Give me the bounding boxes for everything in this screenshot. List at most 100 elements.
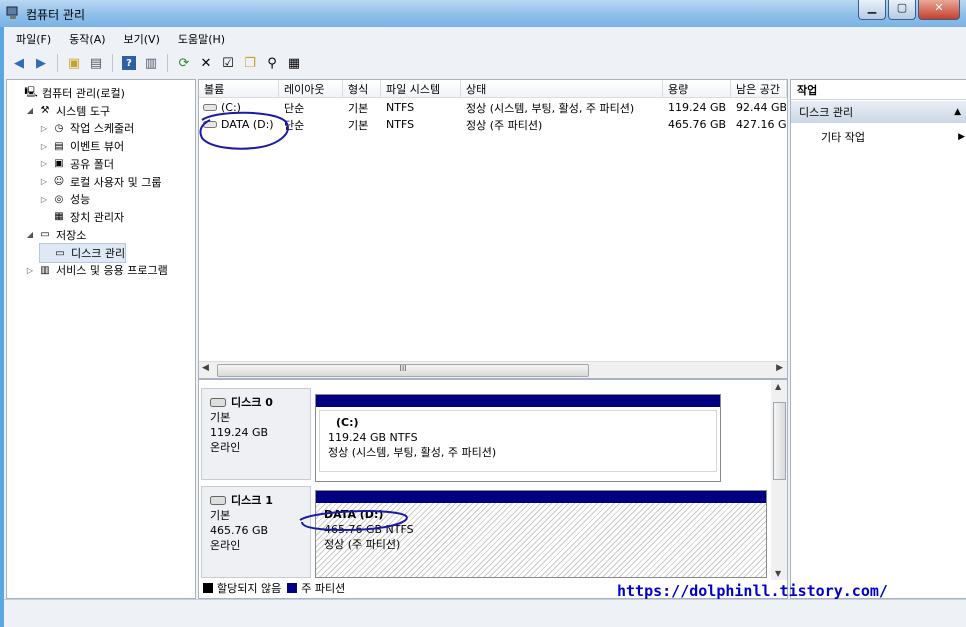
disk-size: 119.24 GB bbox=[210, 426, 269, 439]
disk-icon bbox=[210, 398, 226, 407]
disk-graphical-view: 디스크 0 기본 119.24 GB 온라인 (C:) 119.24 GB NT… bbox=[198, 379, 788, 599]
performance-icon: ◎ bbox=[54, 193, 64, 205]
vertical-scrollbar[interactable]: ▲ ▼ bbox=[771, 380, 787, 580]
primary-partition-bar bbox=[316, 491, 766, 503]
menu-help[interactable]: 도움말(H) bbox=[178, 31, 225, 47]
expand-toggle-icon[interactable]: ▷ bbox=[39, 159, 49, 168]
console-tree-icon[interactable]: ▤ bbox=[87, 54, 105, 72]
column-header-filesystem[interactable]: 파일 시스템 bbox=[381, 80, 461, 98]
actions-section-disk-management[interactable]: 디스크 관리 ▲ bbox=[791, 101, 966, 123]
volume-name: (C:) bbox=[221, 101, 241, 114]
scroll-down-icon[interactable]: ▼ bbox=[775, 569, 781, 578]
collapse-icon[interactable]: ▲ bbox=[954, 107, 961, 117]
scroll-grip-label: III bbox=[399, 364, 407, 373]
horizontal-scroll-thumb[interactable]: III bbox=[217, 364, 589, 377]
device-manager-icon: ▦ bbox=[54, 211, 64, 223]
expand-toggle-icon[interactable]: ▷ bbox=[39, 177, 49, 186]
action-pane-icon[interactable]: ▥ bbox=[142, 54, 160, 72]
tree-item[interactable]: ▷ ◎ 성능 bbox=[39, 190, 90, 208]
scroll-left-icon[interactable]: ◀ bbox=[202, 363, 209, 373]
clock-icon: ◷ bbox=[54, 122, 64, 134]
tools-icon: ⚒ bbox=[40, 105, 50, 117]
disk-type: 기본 bbox=[210, 411, 231, 424]
volume-name: DATA (D:) bbox=[221, 118, 274, 131]
column-header-layout[interactable]: 레이아웃 bbox=[279, 80, 343, 98]
column-header-type[interactable]: 형식 bbox=[343, 80, 381, 98]
tree-item[interactable]: ▦ 장치 관리자 bbox=[39, 208, 124, 226]
horizontal-scrollbar[interactable]: ◀ III ▶ bbox=[199, 361, 787, 378]
more-actions-item[interactable]: 기타 작업 ▶ bbox=[821, 128, 965, 146]
open-folder-icon[interactable]: ❐ bbox=[241, 54, 259, 72]
expand-toggle-icon[interactable]: ▷ bbox=[39, 195, 49, 204]
back-icon[interactable]: ◀ bbox=[10, 54, 28, 72]
tree-item[interactable]: ▷ ◷ 작업 스케줄러 bbox=[39, 119, 134, 137]
disk-0-info[interactable]: 디스크 0 기본 119.24 GB 온라인 bbox=[201, 388, 311, 480]
column-header-capacity[interactable]: 용량 bbox=[663, 80, 731, 98]
scroll-up-icon[interactable]: ▲ bbox=[775, 382, 781, 391]
maximize-icon: ▢ bbox=[896, 1, 908, 14]
tree-item-label: 공유 폴더 bbox=[70, 157, 114, 171]
shared-folder-icon: ▣ bbox=[54, 158, 64, 170]
expand-toggle-icon[interactable]: ◢ bbox=[25, 106, 35, 115]
expand-toggle-icon[interactable]: ▷ bbox=[25, 266, 35, 275]
maximize-button[interactable]: ▢ bbox=[888, 0, 916, 20]
actions-header: 작업 bbox=[791, 80, 966, 100]
vertical-scroll-thumb[interactable] bbox=[773, 402, 786, 480]
menu-file[interactable]: 파일(F) bbox=[16, 31, 51, 47]
properties-icon[interactable]: ☑ bbox=[219, 54, 237, 72]
storage-icon: ▭ bbox=[40, 229, 50, 241]
close-button[interactable]: ✕ bbox=[918, 0, 960, 20]
disk-size: 465.76 GB bbox=[210, 524, 269, 537]
search-icon[interactable]: ⚲ bbox=[263, 54, 281, 72]
scroll-right-icon[interactable]: ▶ bbox=[776, 363, 783, 373]
column-header-volume[interactable]: 볼륨 bbox=[199, 80, 279, 98]
partition-state: 정상 (시스템, 부팅, 활성, 주 파티션) bbox=[328, 446, 497, 459]
menu-action[interactable]: 동작(A) bbox=[69, 31, 105, 47]
tree-item[interactable]: ▷ ▣ 공유 폴더 bbox=[39, 155, 114, 173]
tree-item[interactable]: ▷ ▤ 이벤트 뷰어 bbox=[39, 137, 124, 155]
tree-item[interactable]: 🖳 컴퓨터 관리(로컬) bbox=[11, 84, 125, 102]
partition-d[interactable]: DATA (D:) 465.76 GB NTFS 정상 (주 파티션) bbox=[315, 490, 767, 578]
help-icon[interactable]: ? bbox=[120, 54, 138, 72]
volume-status: 정상 (시스템, 부팅, 활성, 주 파티션) bbox=[466, 101, 635, 115]
section-label: 디스크 관리 bbox=[799, 106, 854, 119]
expand-toggle-icon[interactable]: ▷ bbox=[39, 142, 49, 151]
disk-status: 온라인 bbox=[210, 539, 241, 552]
tree-item[interactable]: ▷ ▥ 서비스 및 응용 프로그램 bbox=[25, 261, 168, 279]
actions-pane: 작업 디스크 관리 ▲ 기타 작업 ▶ bbox=[790, 79, 966, 599]
legend-swatch-unallocated bbox=[203, 583, 213, 593]
expand-toggle-icon[interactable]: ▷ bbox=[39, 124, 49, 133]
volume-filesystem: NTFS bbox=[386, 101, 415, 114]
disk-1-info[interactable]: 디스크 1 기본 465.76 GB 온라인 bbox=[201, 486, 311, 578]
disk-properties-icon[interactable]: ▦ bbox=[285, 54, 303, 72]
refresh-icon[interactable]: ⟳ bbox=[175, 54, 193, 72]
up-folder-icon[interactable]: ▣ bbox=[65, 54, 83, 72]
column-header-status[interactable]: 상태 bbox=[461, 80, 663, 98]
delete-icon[interactable]: ✕ bbox=[197, 54, 215, 72]
volume-free-space: 92.44 GB bbox=[736, 101, 786, 114]
tree-item-label: 컴퓨터 관리(로컬) bbox=[42, 87, 125, 100]
volume-layout: 단순 bbox=[284, 118, 305, 132]
tree-item-label: 저장소 bbox=[56, 228, 87, 242]
forward-icon[interactable]: ▶ bbox=[32, 54, 50, 72]
services-icon: ▥ bbox=[40, 264, 50, 276]
tree-item[interactable]: ◢ ▭ 저장소 bbox=[25, 226, 86, 244]
status-bar bbox=[4, 599, 966, 622]
toolbar-separator bbox=[57, 54, 58, 72]
expand-toggle-icon[interactable]: ◢ bbox=[25, 230, 35, 239]
tree-item-label: 장치 관리자 bbox=[70, 210, 125, 224]
column-header-free-space[interactable]: 남은 공간 bbox=[731, 80, 787, 98]
partition-c[interactable]: (C:) 119.24 GB NTFS 정상 (시스템, 부팅, 활성, 주 파… bbox=[315, 394, 721, 482]
tree-item[interactable]: ◢ ⚒ 시스템 도구 bbox=[25, 102, 110, 120]
minimize-button[interactable]: ▁ bbox=[858, 0, 886, 20]
tree-item-label: 시스템 도구 bbox=[56, 104, 111, 118]
partition-fs: 465.76 GB NTFS bbox=[324, 523, 414, 536]
volume-capacity: 465.76 GB bbox=[668, 118, 727, 131]
disk-type: 기본 bbox=[210, 509, 231, 522]
navigation-tree: 🖳 컴퓨터 관리(로컬) ◢ ⚒ 시스템 도구 ▷ ◷ 작업 스케줄러 ▷ ▤ 이벤트 뷰어 ▷ ▣ 공유… bbox=[6, 79, 196, 599]
menu-bar: 파일(F) 동작(A) 보기(V) 도움말(H) bbox=[4, 29, 225, 49]
tree-item[interactable]: ▷ ☺ 로컬 사용자 및 그룹 bbox=[39, 173, 162, 191]
title-bar: 컴퓨터 관리 ▁ ▢ ✕ bbox=[0, 0, 966, 27]
submenu-arrow-icon: ▶ bbox=[958, 132, 965, 142]
menu-view[interactable]: 보기(V) bbox=[124, 31, 160, 47]
